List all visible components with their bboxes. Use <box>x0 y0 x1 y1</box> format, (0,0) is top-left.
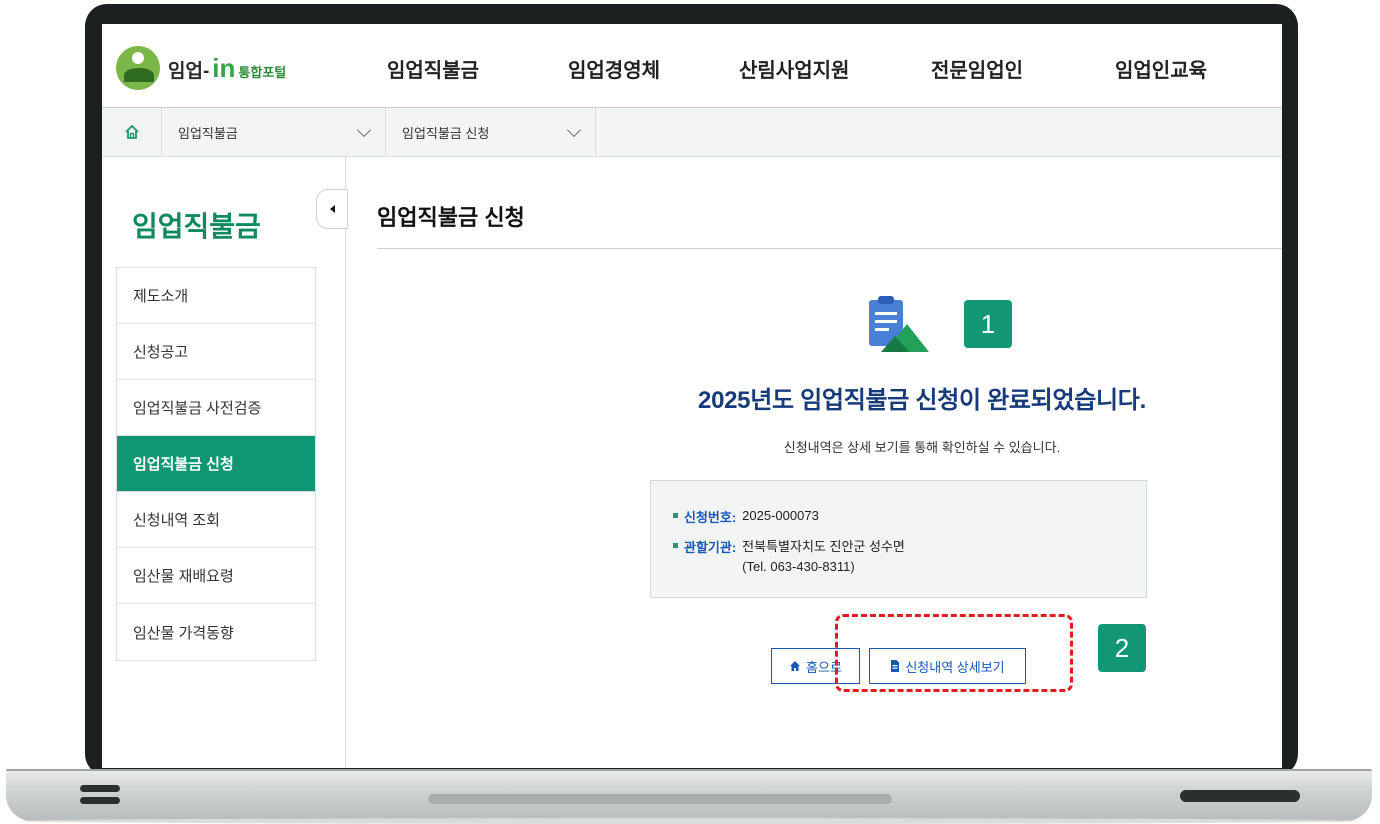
logo-in: in <box>212 52 236 83</box>
application-number-label: 신청번호: <box>684 510 737 525</box>
clipboard-complete-icon <box>869 296 929 352</box>
agency-label: 관할기관: <box>684 540 737 555</box>
laptop-port-left <box>80 785 120 807</box>
logo-prefix: 임업- <box>168 60 210 82</box>
sidebar-item-history[interactable]: 신청내역 조회 <box>117 492 315 548</box>
step-badge-1: 1 <box>964 300 1012 348</box>
nav-item-professional-forester[interactable]: 전문임업인 <box>931 54 1023 83</box>
nav-item-education[interactable]: 임업인교육 <box>1115 54 1207 83</box>
title-divider <box>377 248 1282 249</box>
breadcrumb-level1[interactable]: 임업직불금 <box>162 108 386 156</box>
chevron-down-icon <box>356 122 372 137</box>
caret-left-icon <box>329 205 335 213</box>
application-number-value: 2025-000073 <box>742 508 819 523</box>
completion-description: 신청내역은 상세 보기를 통해 확인하실 수 있습니다. <box>783 440 1061 455</box>
page-title: 임업직불금 신청 <box>377 205 525 230</box>
laptop-shadow <box>20 818 1360 824</box>
sidebar: 임업직불금 제도소개 신청공고 임업직불금 사전검증 임업직불금 신청 신청내역… <box>102 157 348 768</box>
sidebar-title: 임업직불금 <box>132 211 261 242</box>
breadcrumb-level1-label: 임업직불금 <box>178 125 238 141</box>
logo-mark-icon <box>116 46 160 90</box>
sidebar-collapse-button[interactable] <box>316 189 348 229</box>
breadcrumb-level2[interactable]: 임업직불금 신청 <box>386 108 596 156</box>
agency-tel: (Tel. 063-430-8311) <box>742 559 855 574</box>
browser-screen: 임업- in 통합포털 임업직불금 임업경영체 산림사업지원 전문임업인 임업인… <box>102 24 1282 768</box>
nav-item-direct-payment[interactable]: 임업직불금 <box>387 54 479 83</box>
sidebar-item-system-intro[interactable]: 제도소개 <box>117 268 315 324</box>
agency-row: 관할기관: 전북특별자치도 진안군 성수면 (Tel. 063-430-8311… <box>673 537 905 577</box>
highlight-box <box>835 614 1073 692</box>
laptop-port-right <box>1180 790 1300 802</box>
nav-item-forest-project[interactable]: 산림사업지원 <box>739 54 849 83</box>
laptop-hinge <box>428 794 892 804</box>
sidebar-item-pre-verification[interactable]: 임업직불금 사전검증 <box>117 380 315 436</box>
step-badge-2: 2 <box>1098 624 1146 672</box>
sidebar-item-price-trend[interactable]: 임산물 가격동향 <box>117 604 315 660</box>
application-number-row: 신청번호: 2025-000073 <box>673 507 819 526</box>
home-icon <box>790 661 801 671</box>
chevron-down-icon <box>566 122 582 137</box>
nav-item-forestry-business[interactable]: 임업경영체 <box>568 54 660 83</box>
breadcrumb-home[interactable] <box>102 108 162 156</box>
agency-value: 전북특별자치도 진안군 성수면 (Tel. 063-430-8311) <box>742 537 905 577</box>
logo-text: 임업- in 통합포털 <box>168 53 286 84</box>
sidebar-item-notice[interactable]: 신청공고 <box>117 324 315 380</box>
bullet-icon <box>673 513 678 518</box>
sidebar-menu: 제도소개 신청공고 임업직불금 사전검증 임업직불금 신청 신청내역 조회 임산… <box>116 267 316 661</box>
home-icon <box>124 124 139 139</box>
site-header: 임업- in 통합포털 임업직불금 임업경영체 산림사업지원 전문임업인 임업인… <box>102 24 1282 108</box>
sidebar-item-application[interactable]: 임업직불금 신청 <box>117 436 315 492</box>
sidebar-item-cultivation-guide[interactable]: 임산물 재배요령 <box>117 548 315 604</box>
logo-suffix: 통합포털 <box>238 64 287 80</box>
completion-title: 2025년도 임업직불금 신청이 완료되었습니다. <box>698 387 1146 414</box>
agency-name: 전북특별자치도 진안군 성수면 <box>742 539 905 554</box>
application-info-box: 신청번호: 2025-000073 관할기관: 전북특별자치도 진안군 성수면 … <box>650 480 1147 598</box>
breadcrumb: 임업직불금 임업직불금 신청 <box>102 108 1282 157</box>
bullet-icon <box>673 543 678 548</box>
breadcrumb-level2-label: 임업직불금 신청 <box>402 125 490 141</box>
site-logo[interactable]: 임업- in 통합포털 <box>116 46 286 90</box>
